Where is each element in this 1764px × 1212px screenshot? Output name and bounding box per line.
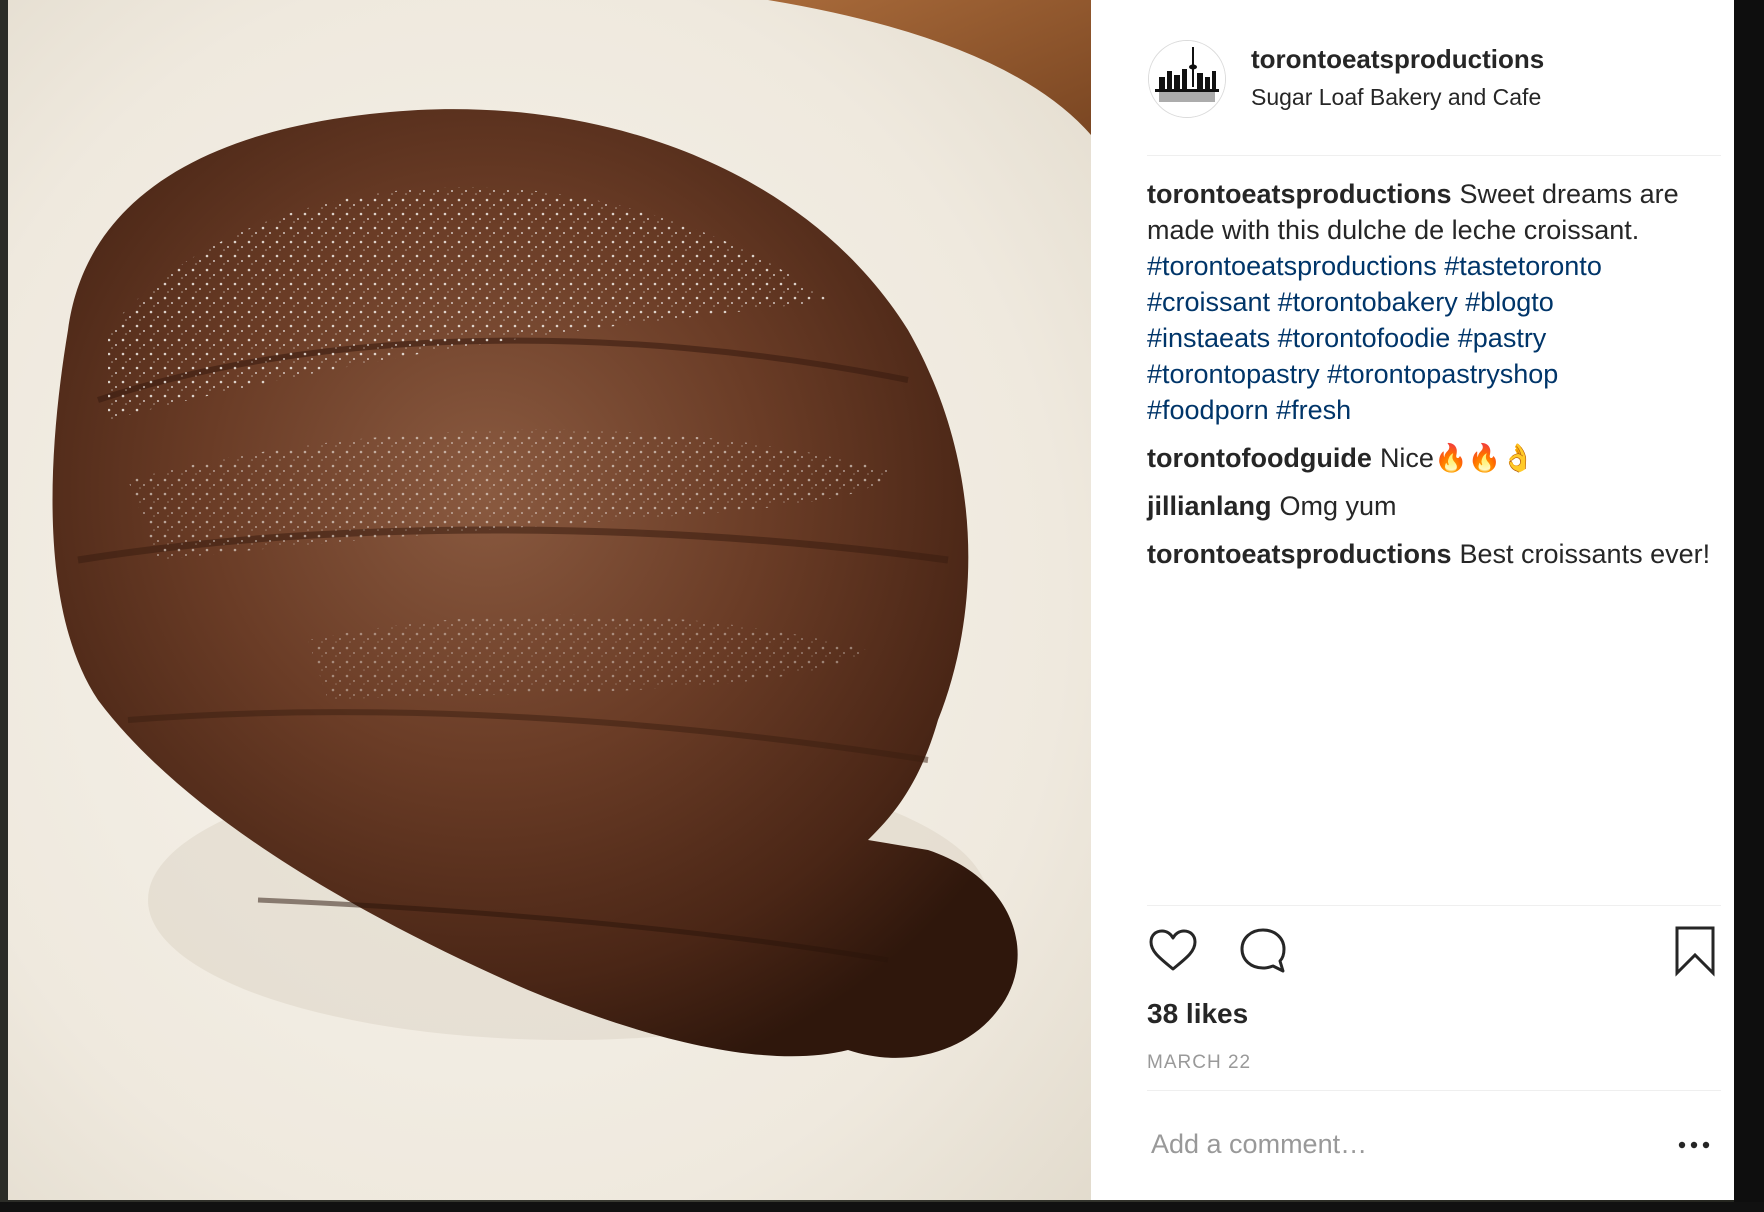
comment-button[interactable] <box>1237 925 1289 977</box>
hashtag-link[interactable]: #foodporn <box>1147 395 1269 425</box>
post-photo <box>8 0 1091 1200</box>
backdrop-bottom-edge <box>0 1202 1764 1212</box>
like-button[interactable] <box>1147 925 1199 977</box>
hashtag-link[interactable]: #tastetoronto <box>1444 251 1602 281</box>
comment-username-link[interactable]: torontoeatsproductions <box>1147 539 1452 569</box>
hashtag-line-4: #torontopastry #torontopastryshop <box>1147 356 1721 392</box>
post-header: torontoeatsproductions Sugar Loaf Bakery… <box>1091 0 1734 155</box>
hashtag-link[interactable]: #torontoeatsproductions <box>1147 251 1437 281</box>
hashtag-line-1: #torontoeatsproductions #tastetoronto <box>1147 248 1721 284</box>
comment-item: jillianlang Omg yum <box>1147 488 1721 524</box>
speech-bubble-icon <box>1240 928 1286 973</box>
post-side-panel: torontoeatsproductions Sugar Loaf Bakery… <box>1091 0 1734 1200</box>
comment-username-link[interactable]: torontofoodguide <box>1147 443 1372 473</box>
comments-list: torontoeatsproductions Sweet dreams are m… <box>1147 176 1721 584</box>
hashtag-line-2: #croissant #torontobakery #blogto <box>1147 284 1721 320</box>
avatar[interactable] <box>1148 40 1226 118</box>
post-modal: torontoeatsproductions Sugar Loaf Bakery… <box>8 0 1734 1200</box>
hashtag-link[interactable]: #blogto <box>1465 287 1554 317</box>
hashtag-line-3: #instaeats #torontofoodie #pastry <box>1147 320 1721 356</box>
hashtag-link[interactable]: #instaeats <box>1147 323 1270 353</box>
hashtag-line-5: #foodporn #fresh <box>1147 392 1721 428</box>
hashtag-link[interactable]: #torontopastry <box>1147 359 1320 389</box>
caption: torontoeatsproductions Sweet dreams are m… <box>1147 176 1721 428</box>
likes-count[interactable]: 38 likes <box>1147 998 1248 1030</box>
comment-text: Nice🔥🔥👌 <box>1379 443 1535 473</box>
backdrop-edge <box>1734 0 1764 1212</box>
ellipsis-icon <box>1678 1141 1710 1149</box>
location-link[interactable]: Sugar Loaf Bakery and Cafe <box>1251 84 1541 111</box>
post-date: MARCH 22 <box>1147 1052 1252 1073</box>
action-bar <box>1147 925 1721 985</box>
comment-username-link[interactable]: jillianlang <box>1147 491 1272 521</box>
hashtag-link[interactable]: #torontobakery <box>1278 287 1458 317</box>
comment-text: Best croissants ever! <box>1459 539 1711 569</box>
toronto-skyline-logo-icon <box>1149 41 1225 117</box>
comment-box-divider <box>1147 1090 1721 1091</box>
hashtag-link[interactable]: #fresh <box>1276 395 1351 425</box>
comment-item: torontofoodguide Nice🔥🔥👌 <box>1147 440 1721 476</box>
caption-username-link[interactable]: torontoeatsproductions <box>1147 179 1452 209</box>
comment-text: Omg yum <box>1279 491 1397 521</box>
save-button[interactable] <box>1669 925 1721 977</box>
more-options-button[interactable] <box>1674 1130 1714 1160</box>
comment-item: torontoeatsproductions Best croissants ev… <box>1147 536 1721 572</box>
hashtag-link[interactable]: #torontopastryshop <box>1327 359 1558 389</box>
add-comment-input[interactable] <box>1147 1122 1635 1166</box>
croissant-photo <box>8 0 1091 1200</box>
bookmark-icon <box>1675 926 1715 977</box>
header-username-link[interactable]: torontoeatsproductions <box>1251 44 1544 75</box>
hashtag-link[interactable]: #torontofoodie <box>1278 323 1451 353</box>
hashtag-link[interactable]: #croissant <box>1147 287 1270 317</box>
actions-divider <box>1147 905 1721 906</box>
heart-icon <box>1149 929 1197 971</box>
header-divider <box>1147 155 1721 156</box>
hashtag-link[interactable]: #pastry <box>1458 323 1547 353</box>
